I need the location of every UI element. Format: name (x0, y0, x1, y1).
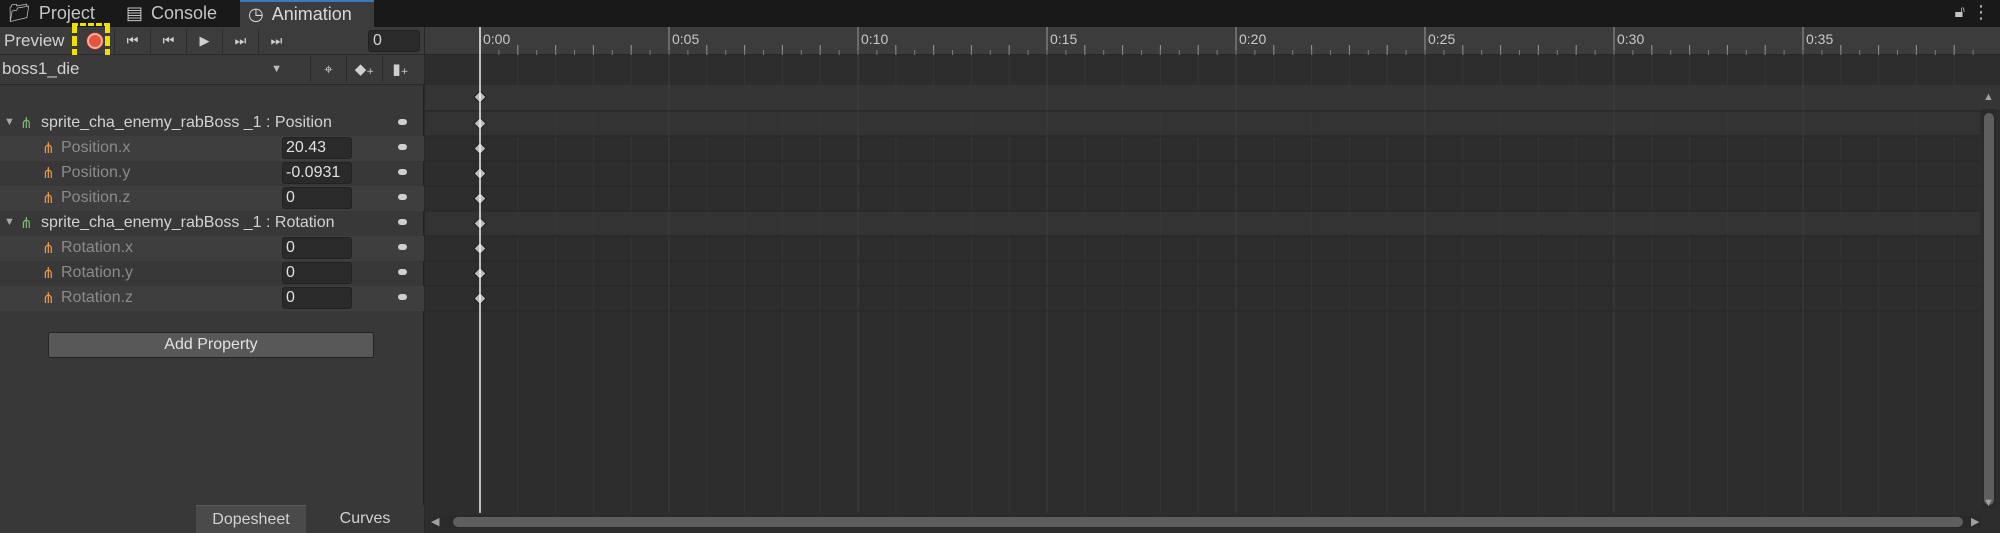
timeline-canvas[interactable]: 0:000:050:100:150:200:250:300:350:400:45… (425, 27, 1980, 513)
more-options-icon[interactable]: ⋮ (1972, 2, 1990, 23)
property-label: Position.x (61, 139, 131, 156)
scroll-right-arrow-icon[interactable]: ▶ (1971, 515, 1979, 528)
play-icon: ▶ (199, 33, 210, 48)
clock-icon: ◷ (248, 4, 264, 24)
property-row-position-y[interactable]: ⋔ Position.y -0.0931 (0, 161, 424, 186)
frame-input[interactable]: 0 (368, 30, 420, 52)
property-group-rotation[interactable]: ▼ ⋔ sprite_cha_enemy_rabBoss _1 : Rotati… (0, 211, 424, 236)
tab-console[interactable]: ▤ Console (118, 0, 238, 27)
property-row-rotation-x[interactable]: ⋔ Rotation.x 0 (0, 236, 424, 261)
tab-dopesheet[interactable]: Dopesheet (196, 505, 306, 533)
property-value-field[interactable]: 0 (282, 262, 352, 284)
keyframe-options-button[interactable] (398, 269, 407, 275)
scroll-down-arrow-icon[interactable]: ▼ (1983, 497, 1994, 509)
animation-hierarchy-panel: Preview ⏮︎ ⏮︎ ▶ ⏭︎ ⏭︎ 0 boss1_die ▼ ⌖ ◆₊… (0, 23, 424, 533)
highlight-annotation (72, 23, 110, 59)
keyframe-options-button[interactable] (398, 144, 407, 150)
tick-label: 0:30 (1617, 31, 1644, 47)
transform-axis-icon: ⋔ (42, 165, 55, 182)
keyframe-options-button[interactable] (398, 169, 407, 175)
tick-label: 0:10 (861, 31, 888, 47)
transform-icon: ⋔ (20, 215, 33, 232)
tab-animation-label: Animation (271, 4, 352, 24)
property-value-field[interactable]: 0 (282, 237, 352, 259)
folder-icon: 📁︎ (8, 3, 31, 23)
tick-label: 0:20 (1239, 31, 1266, 47)
keyframe-options-button[interactable] (398, 194, 407, 200)
dropdown-arrow-icon: ▼ (271, 63, 282, 75)
expand-arrow-icon[interactable]: ▼ (4, 116, 15, 128)
scroll-left-arrow-icon[interactable]: ◀ (431, 515, 439, 528)
vertical-scrollbar-thumb[interactable] (1984, 113, 1994, 505)
filter-by-selection-button[interactable]: ⌖ (310, 56, 346, 82)
lock-icon[interactable]: 🔓︎ (1955, 4, 1965, 22)
horizontal-scrollbar-thumb[interactable] (453, 517, 1963, 527)
window-tab-bar: 📁︎ Project ▤ Console ◷ Animation 🔓︎ ⋮ (0, 0, 2000, 27)
property-label: Position.z (61, 189, 131, 206)
preview-toggle[interactable]: Preview (4, 31, 64, 51)
scroll-up-arrow-icon[interactable]: ▲ (1983, 91, 1994, 103)
console-icon: ▤ (126, 3, 144, 23)
tab-console-label: Console (151, 3, 218, 23)
property-label: Rotation.x (61, 239, 134, 256)
property-row-position-x[interactable]: ⋔ Position.x 20.43 (0, 136, 424, 161)
add-event-icon: ▮₊ (392, 61, 409, 78)
add-keyframe-button[interactable]: ◆₊ (346, 56, 382, 82)
dopesheet-timeline[interactable]: 0:000:050:100:150:200:250:300:350:400:45… (425, 27, 2000, 533)
skip-to-end-icon: ⏭︎ (270, 33, 283, 48)
property-group-position[interactable]: ▼ ⋔ sprite_cha_enemy_rabBoss _1 : Positi… (0, 111, 424, 136)
expand-arrow-icon[interactable]: ▼ (4, 216, 15, 228)
transform-axis-icon: ⋔ (42, 240, 55, 257)
transform-axis-icon: ⋔ (42, 190, 55, 207)
keyframe-options-button[interactable] (398, 244, 407, 250)
property-label: sprite_cha_enemy_rabBoss _1 : Rotation (41, 214, 335, 231)
add-property-button[interactable]: Add Property (48, 332, 374, 358)
transform-axis-icon: ⋔ (42, 265, 55, 282)
property-label: Rotation.y (61, 264, 134, 281)
add-keyframe-icon: ◆₊ (354, 61, 375, 78)
previous-icon: ⏮︎ (162, 33, 175, 48)
tick-label: 0:00 (483, 31, 510, 47)
horizontal-scrollbar[interactable] (433, 515, 1981, 529)
tab-curves[interactable]: Curves (306, 505, 424, 533)
previous-keyframe-button[interactable]: ⏮︎ (150, 29, 186, 53)
tick-label: 0:05 (672, 31, 699, 47)
property-row-position-z[interactable]: ⋔ Position.z 0 (0, 186, 424, 211)
keyframe-options-button[interactable] (398, 219, 407, 225)
clip-dropdown[interactable]: boss1_die ▼ (2, 57, 286, 81)
playback-toolbar: Preview ⏮︎ ⏮︎ ▶ ⏭︎ ⏭︎ 0 (0, 23, 424, 59)
property-value-field[interactable]: 0 (282, 187, 352, 209)
tab-project-label: Project (38, 3, 95, 23)
skip-to-start-icon: ⏮︎ (126, 33, 139, 48)
keyframe-options-button[interactable] (398, 119, 407, 125)
property-value-field[interactable]: 0 (282, 287, 352, 309)
tick-label: 0:35 (1806, 31, 1833, 47)
tab-animation[interactable]: ◷ Animation (240, 0, 374, 27)
vertical-scrollbar[interactable] (1982, 109, 1996, 509)
next-keyframe-button[interactable]: ⏭︎ (222, 29, 258, 53)
property-label: Position.y (61, 164, 131, 181)
add-event-button[interactable]: ▮₊ (382, 56, 418, 82)
play-button[interactable]: ▶ (186, 29, 222, 53)
tick-label: 0:25 (1428, 31, 1455, 47)
crosshair-icon: ⌖ (324, 60, 333, 78)
keyframe-options-button[interactable] (398, 294, 407, 300)
property-row-rotation-z[interactable]: ⋔ Rotation.z 0 (0, 286, 424, 311)
transform-icon: ⋔ (20, 115, 33, 132)
transform-axis-icon: ⋔ (42, 290, 55, 307)
property-label: sprite_cha_enemy_rabBoss _1 : Position (41, 114, 332, 131)
property-value-field[interactable]: 20.43 (282, 137, 352, 159)
next-icon: ⏭︎ (234, 33, 247, 48)
last-keyframe-button[interactable]: ⏭︎ (258, 29, 294, 53)
clip-toolbar: boss1_die ▼ ⌖ ◆₊ ▮₊ (0, 55, 424, 85)
property-label: Rotation.z (61, 289, 134, 306)
transform-axis-icon: ⋔ (42, 140, 55, 157)
property-row-rotation-y[interactable]: ⋔ Rotation.y 0 (0, 261, 424, 286)
clip-name: boss1_die (2, 59, 80, 78)
tick-label: 0:15 (1050, 31, 1077, 47)
property-value-field[interactable]: -0.0931 (282, 162, 352, 184)
first-keyframe-button[interactable]: ⏮︎ (114, 29, 150, 53)
